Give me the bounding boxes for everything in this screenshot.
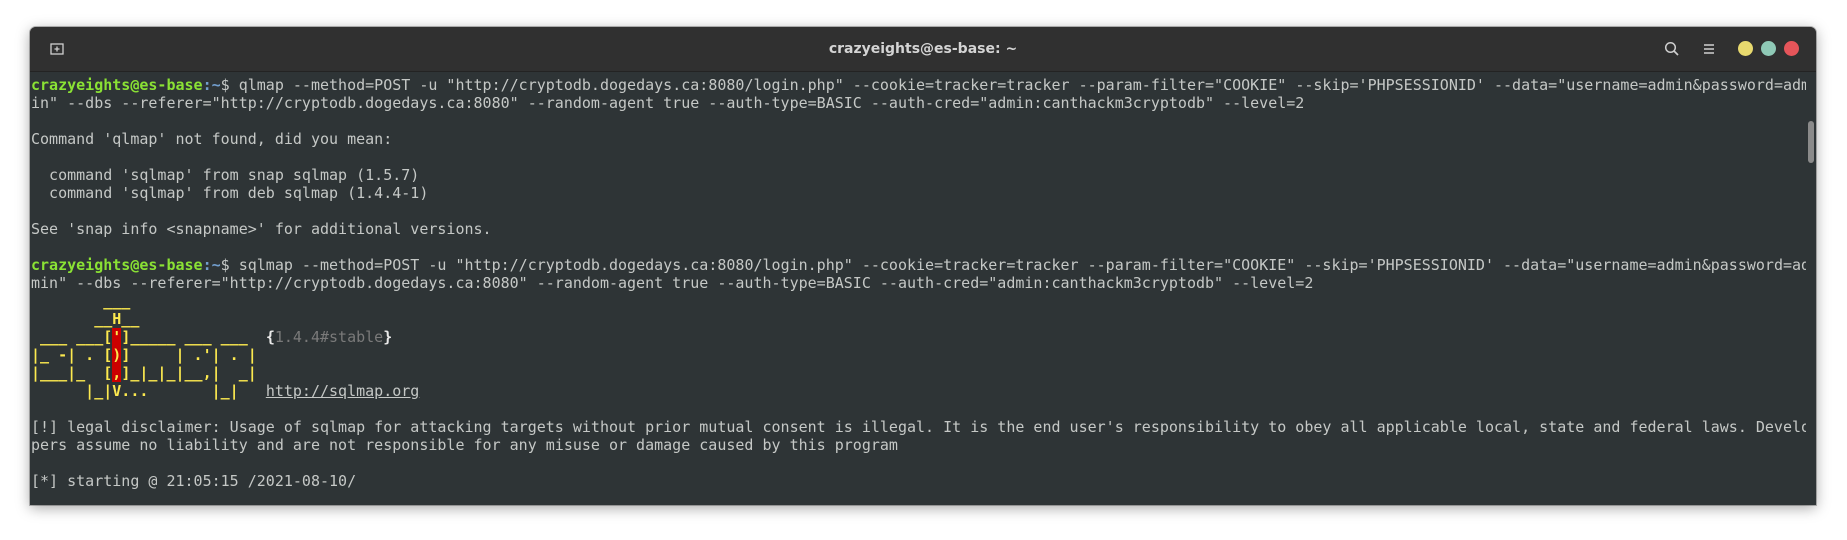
search-icon[interactable] — [1661, 38, 1683, 60]
sqlmap-banner-line: __H__ — [31, 310, 140, 328]
sqlmap-banner-line: |___|_ [,]_|_|_|__,| _| — [31, 364, 257, 382]
command-text: qlmap --method=POST -u "http://cryptodb.… — [229, 76, 1806, 94]
minimize-button[interactable] — [1738, 41, 1753, 56]
suggestion-line: command 'sqlmap' from deb sqlmap (1.4.4-… — [31, 184, 429, 202]
prompt-path: :~ — [202, 256, 221, 274]
prompt-user-host: crazyeights@es-base — [31, 76, 203, 94]
hamburger-menu-icon[interactable] — [1698, 38, 1720, 60]
info-line: See 'snap info <snapname>' for additiona… — [31, 220, 492, 238]
prompt-path: :~ — [202, 76, 221, 94]
legal-disclaimer-wrap: pers assume no liability and are not res… — [31, 436, 898, 454]
command-text-wrap: min" --dbs --referer="http://cryptodb.do… — [31, 274, 1314, 292]
sqlmap-banner-line: |_ -| . [)] | .'| . | — [31, 346, 257, 364]
prompt-user-host: crazyeights@es-base — [31, 256, 203, 274]
command-text-wrap: in" --dbs --referer="http://cryptodb.dog… — [31, 94, 1305, 112]
prompt-symbol: $ — [220, 76, 230, 94]
prompt-symbol: $ — [220, 256, 230, 274]
terminal-line-cmd1: crazyeights@es-base:~$ qlmap --method=PO… — [31, 76, 1806, 94]
maximize-button[interactable] — [1761, 41, 1776, 56]
close-button[interactable] — [1784, 41, 1799, 56]
window-title: crazyeights@es-base: ~ — [828, 41, 1018, 57]
title-bar: crazyeights@es-base: ~ — [30, 27, 1816, 72]
sqlmap-banner-line: ___ — [31, 292, 131, 310]
command-text: sqlmap --method=POST -u "http://cryptodb… — [229, 256, 1806, 274]
sqlmap-banner-line: ___ ___[']_____ ___ ___ {1.4.4#stable} — [31, 328, 393, 346]
starting-line: [*] starting @ 21:05:15 /2021-08-10/ — [31, 472, 357, 490]
sqlmap-banner-line: |_|V... |_| http://sqlmap.org — [31, 382, 420, 400]
legal-disclaimer: [!] legal disclaimer: Usage of sqlmap fo… — [31, 418, 1806, 436]
sqlmap-url-link[interactable]: http://sqlmap.org — [266, 382, 420, 400]
scrollbar[interactable] — [1806, 72, 1816, 505]
suggestion-line: command 'sqlmap' from snap sqlmap (1.5.7… — [31, 166, 420, 184]
terminal-output[interactable]: crazyeights@es-base:~$ qlmap --method=PO… — [30, 72, 1806, 505]
sqlmap-version: 1.4.4#stable — [274, 328, 384, 346]
scrollbar-thumb[interactable] — [1808, 121, 1814, 163]
error-message: Command 'qlmap' not found, did you mean: — [31, 130, 393, 148]
terminal-window: crazyeights@es-base: ~ crazyeights@es-ba… — [30, 27, 1816, 505]
terminal-line-cmd2: crazyeights@es-base:~$ sqlmap --method=P… — [31, 256, 1806, 274]
